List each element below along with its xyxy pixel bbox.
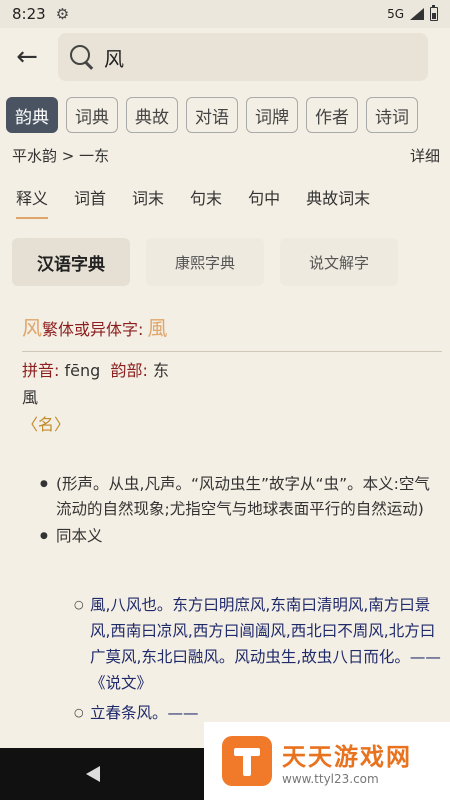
header: ← (0, 28, 450, 86)
example-list: 風,八风也。东方曰明庶风,东南曰清明风,南方曰景风,西南曰凉风,西方曰阊阖风,西… (74, 592, 444, 730)
back-arrow-icon[interactable]: ← (12, 42, 42, 72)
status-bar: 8:23 ⚙ 5G (0, 0, 450, 28)
subtab-shiyi[interactable]: 释义 (16, 185, 49, 219)
tab-duiyu[interactable]: 对语 (186, 97, 238, 133)
battery-icon (430, 5, 438, 21)
network-label: 5G (387, 7, 404, 21)
subtab-cishou[interactable]: 词首 (74, 185, 106, 219)
watermark-name: 天天游戏网 (282, 742, 412, 771)
search-icon[interactable] (68, 43, 96, 71)
variant-char: 風 (147, 316, 168, 340)
pinyin-label: 拼音: (22, 361, 60, 380)
subtab-cimo[interactable]: 词末 (132, 185, 164, 219)
category-tabs: 韵典 词典 典故 对语 词牌 作者 诗词 (6, 97, 418, 133)
tab-shici[interactable]: 诗词 (366, 97, 418, 133)
variant-label: 繁体或异体字: (42, 320, 144, 339)
dict-tab-kangxi[interactable]: 康熙字典 (146, 238, 264, 286)
nav-back-icon[interactable] (86, 766, 100, 782)
search-input[interactable] (104, 45, 404, 69)
signal-icon (410, 8, 424, 20)
detail-link[interactable]: 详细 (410, 145, 440, 166)
dict-tab-shuowen[interactable]: 说文解字 (280, 238, 398, 286)
gear-icon: ⚙ (55, 5, 70, 23)
tab-zuozhe[interactable]: 作者 (306, 97, 358, 133)
rhyme-label: 韵部: (110, 361, 148, 380)
tab-diangu[interactable]: 典故 (126, 97, 178, 133)
dictionary-tabs: 汉语字典 康熙字典 说文解字 (12, 238, 398, 286)
tab-cipai[interactable]: 词牌 (246, 97, 298, 133)
traditional-char: 風 (22, 388, 39, 407)
watermark-url: www.ttyl23.com (282, 771, 379, 786)
tab-cidian[interactable]: 词典 (66, 97, 118, 133)
part-of-speech: 〈名〉 (22, 415, 71, 434)
entry-heading: 风 繁体或异体字: 風 (22, 312, 442, 352)
entry-char: 风 (22, 316, 42, 340)
subtab-juzhong[interactable]: 句中 (248, 185, 280, 219)
list-item: 風,八风也。东方曰明庶风,东南曰清明风,南方曰景风,西南曰凉风,西方曰阊阖风,西… (74, 592, 444, 696)
list-item: 同本义 (40, 524, 440, 549)
breadcrumb[interactable]: 平水韵 > 一东 (12, 145, 109, 166)
navigation-bar (0, 748, 204, 800)
sub-tabs: 释义 词首 词末 句末 句中 典故词末 (0, 185, 450, 219)
list-item: (形声。从虫,凡声。“风动虫生”故字从“虫”。本义:空气流动的自然现象;尤指空气… (40, 472, 440, 522)
watermark: 天天游戏网 www.ttyl23.com (204, 722, 450, 800)
subtab-diangucimo[interactable]: 典故词末 (306, 185, 370, 219)
pinyin-row: 拼音: fēng 韵部: 东 (22, 357, 169, 381)
definition-list: (形声。从虫,凡声。“风动虫生”故字从“虫”。本义:空气流动的自然现象;尤指空气… (40, 472, 440, 551)
subtab-jumo[interactable]: 句末 (190, 185, 222, 219)
rhyme-value: 东 (152, 361, 169, 380)
pinyin-value: fēng (64, 361, 101, 380)
watermark-logo-icon (222, 736, 272, 786)
search-box[interactable] (58, 33, 428, 81)
status-indicators: 5G (387, 5, 438, 21)
status-time: 8:23 (12, 5, 46, 23)
dict-tab-hanyu[interactable]: 汉语字典 (12, 238, 130, 286)
tab-yundian[interactable]: 韵典 (6, 97, 58, 133)
breadcrumb-row: 平水韵 > 一东 详细 (12, 145, 440, 166)
